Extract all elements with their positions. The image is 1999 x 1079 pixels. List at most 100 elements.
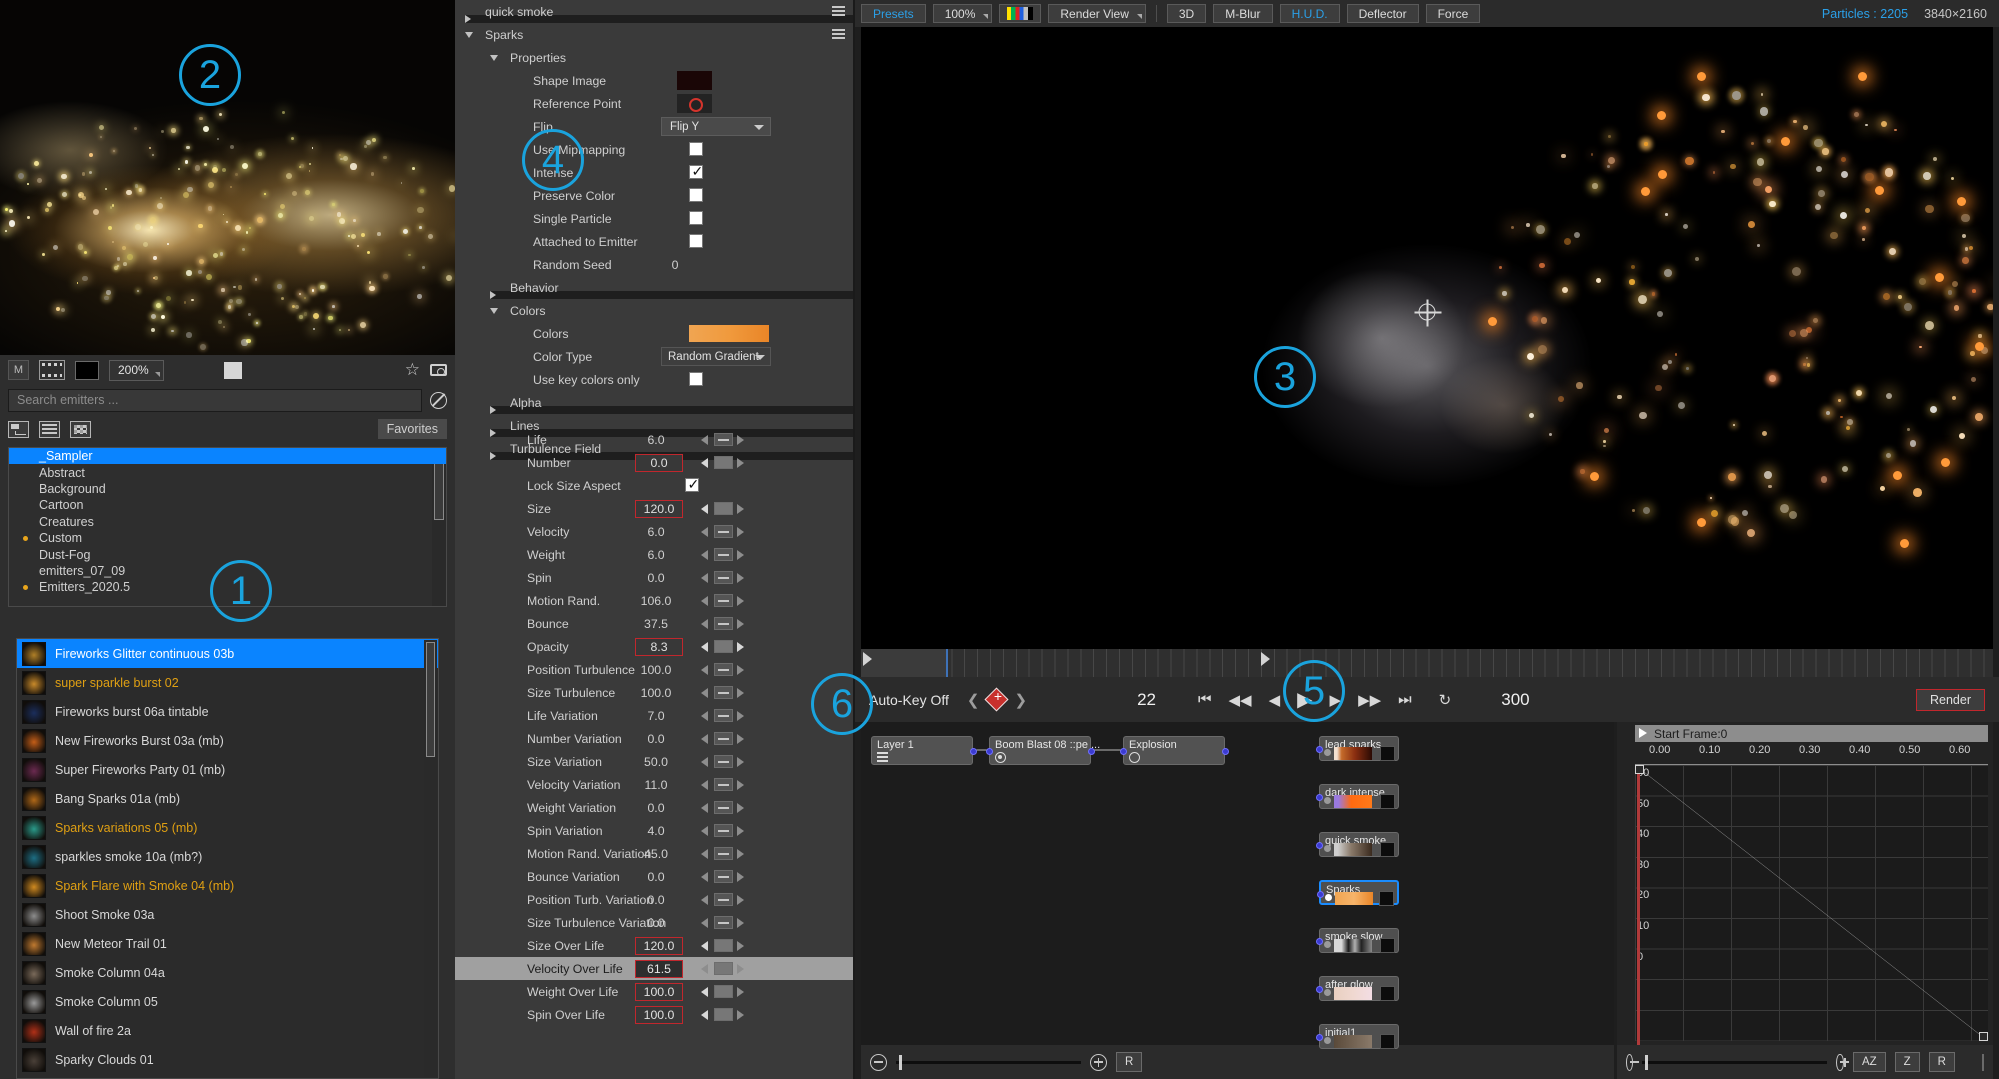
list-item[interactable]: Shoot Smoke 03a bbox=[17, 900, 438, 929]
fast-forward-icon[interactable]: ▶▶ bbox=[1358, 691, 1381, 709]
current-frame[interactable]: 22 bbox=[1137, 690, 1156, 710]
decrement-arrow-icon[interactable] bbox=[701, 918, 708, 928]
property-group-row[interactable]: quick smoke bbox=[455, 0, 853, 23]
color-type-select[interactable]: Random Gradient bbox=[661, 347, 771, 366]
zoom-in-icon[interactable] bbox=[1090, 1053, 1107, 1071]
increment-arrow-icon[interactable] bbox=[737, 849, 744, 859]
clear-filter-icon[interactable] bbox=[430, 391, 447, 409]
reference-point-widget[interactable] bbox=[677, 94, 712, 113]
btn-hud[interactable]: H.U.D. bbox=[1279, 4, 1340, 23]
property-value[interactable]: 11.0 bbox=[625, 778, 687, 792]
property-group-row[interactable]: Intense bbox=[455, 161, 853, 184]
decrement-arrow-icon[interactable] bbox=[701, 688, 708, 698]
property-group-row[interactable]: Sparks bbox=[455, 23, 853, 46]
property-group-row[interactable]: Preserve Color bbox=[455, 184, 853, 207]
property-group-row[interactable]: Use Mipmapping bbox=[455, 138, 853, 161]
ruler-playhead[interactable] bbox=[946, 649, 948, 677]
property-row[interactable]: Motion Rand. 106.0 bbox=[455, 589, 853, 612]
decrement-arrow-icon[interactable] bbox=[701, 504, 708, 514]
emitter-color-ramp[interactable] bbox=[1334, 747, 1372, 760]
graph-toggle-button[interactable] bbox=[714, 985, 733, 998]
property-value[interactable]: 45.0 bbox=[625, 847, 687, 861]
graph-toggle-button[interactable] bbox=[714, 709, 733, 722]
emitter-scroll-thumb[interactable] bbox=[426, 642, 435, 757]
property-group-row[interactable]: Properties bbox=[455, 46, 853, 69]
emitter-dot-icon[interactable] bbox=[995, 752, 1006, 763]
increment-arrow-icon[interactable] bbox=[737, 987, 744, 997]
increment-arrow-icon[interactable] bbox=[737, 619, 744, 629]
timeline-ruler[interactable] bbox=[861, 649, 1993, 677]
property-row[interactable]: Spin Over Life 100.0 bbox=[455, 1003, 853, 1026]
node-reset-button[interactable]: R bbox=[1116, 1052, 1143, 1072]
btn-deflector[interactable]: Deflector bbox=[1346, 4, 1419, 23]
category-item-cartoon[interactable]: Cartoon bbox=[9, 497, 446, 513]
render-viewport[interactable] bbox=[861, 27, 1993, 649]
property-value-field[interactable]: 61.5 bbox=[635, 959, 683, 978]
presets-button[interactable]: Presets bbox=[861, 4, 926, 23]
graph-toggle-button[interactable] bbox=[714, 594, 733, 607]
graph-toggle-button[interactable] bbox=[714, 456, 733, 469]
layers-icon[interactable] bbox=[877, 752, 888, 763]
emitter-list[interactable]: Fireworks Glitter continuous 03b super sp… bbox=[16, 638, 439, 1079]
property-value[interactable]: 100.0 bbox=[625, 686, 687, 700]
list-view-icon[interactable] bbox=[39, 420, 60, 438]
emitter-color-ramp[interactable] bbox=[1334, 795, 1372, 808]
curve-zoom-slider[interactable] bbox=[1642, 1054, 1828, 1070]
increment-arrow-icon[interactable] bbox=[737, 458, 744, 468]
node-boom-blast-08-pe-[interactable]: Boom Blast 08 ::pe ... bbox=[986, 736, 1100, 765]
decrement-arrow-icon[interactable] bbox=[701, 803, 708, 813]
property-row[interactable]: Bounce Variation 0.0 bbox=[455, 865, 853, 888]
property-row[interactable]: Number Variation 0.0 bbox=[455, 727, 853, 750]
graph-toggle-button[interactable] bbox=[714, 778, 733, 791]
emitter-color-ramp[interactable] bbox=[1334, 843, 1372, 856]
category-item-dust-fog[interactable]: Dust-Fog bbox=[9, 546, 446, 562]
property-value[interactable]: 100.0 bbox=[625, 663, 687, 677]
list-item[interactable]: New Fireworks Burst 03a (mb) bbox=[17, 726, 438, 755]
emitter-color-ramp[interactable] bbox=[1334, 1035, 1372, 1048]
skip-end-icon[interactable]: ⏭ bbox=[1398, 691, 1412, 708]
zoom-button[interactable]: Z bbox=[1894, 1052, 1920, 1072]
property-row[interactable]: Velocity Over Life 61.5 bbox=[455, 957, 853, 980]
curve-keyframe-end[interactable] bbox=[1979, 1032, 1988, 1041]
decrement-arrow-icon[interactable] bbox=[701, 941, 708, 951]
increment-arrow-icon[interactable] bbox=[737, 872, 744, 882]
list-item[interactable]: Spark Flare with Smoke 04 (mb) bbox=[17, 871, 438, 900]
decrement-arrow-icon[interactable] bbox=[701, 872, 708, 882]
property-row[interactable]: Velocity 6.0 bbox=[455, 520, 853, 543]
emitter-node-after-glow[interactable]: after glow bbox=[1316, 976, 1399, 1001]
property-group-row[interactable]: Random Seed 0 bbox=[455, 253, 853, 276]
list-item[interactable]: Fireworks burst 06a tintable bbox=[17, 697, 438, 726]
property-value-field[interactable]: 100.0 bbox=[635, 982, 683, 1001]
category-item-custom[interactable]: Custom bbox=[9, 530, 446, 546]
list-item[interactable]: Super Fireworks Party 01 (mb) bbox=[17, 755, 438, 784]
emitter-input-port[interactable] bbox=[1316, 986, 1323, 993]
decrement-arrow-icon[interactable] bbox=[701, 527, 708, 537]
graph-toggle-button[interactable] bbox=[714, 916, 733, 929]
emitter-crosshair-icon[interactable] bbox=[1414, 299, 1442, 327]
graph-toggle-button[interactable] bbox=[714, 962, 733, 975]
property-row[interactable]: Opacity 8.3 bbox=[455, 635, 853, 658]
property-value[interactable]: 0.0 bbox=[625, 893, 687, 907]
property-value[interactable]: 6.0 bbox=[625, 525, 687, 539]
emitter-color-ramp[interactable] bbox=[1335, 892, 1373, 905]
property-row[interactable]: Size Over Life 120.0 bbox=[455, 934, 853, 957]
increment-arrow-icon[interactable] bbox=[737, 711, 744, 721]
property-checkbox[interactable] bbox=[689, 142, 703, 156]
emitter-node-quick-smoke[interactable]: quick smoke bbox=[1316, 832, 1399, 857]
decrement-arrow-icon[interactable] bbox=[701, 642, 708, 652]
property-value[interactable]: 50.0 bbox=[625, 755, 687, 769]
list-item[interactable]: Sparks variations 05 (mb) bbox=[17, 813, 438, 842]
property-value[interactable]: 0 bbox=[655, 258, 695, 272]
curve-keyframe-start[interactable] bbox=[1635, 765, 1644, 774]
property-value[interactable]: 0.0 bbox=[625, 732, 687, 746]
menu-icon[interactable] bbox=[832, 6, 845, 17]
increment-arrow-icon[interactable] bbox=[737, 941, 744, 951]
rewind-icon[interactable]: ◀◀ bbox=[1229, 691, 1252, 709]
list-item[interactable]: Sparky Clouds 01 bbox=[17, 1045, 438, 1074]
property-value-field[interactable]: 8.3 bbox=[635, 637, 683, 656]
category-item--sampler[interactable]: _Sampler bbox=[9, 448, 446, 465]
decrement-arrow-icon[interactable] bbox=[701, 780, 708, 790]
property-group-row[interactable]: Shape Image bbox=[455, 69, 853, 92]
property-group-row[interactable]: Attached to Emitter bbox=[455, 230, 853, 253]
increment-arrow-icon[interactable] bbox=[737, 550, 744, 560]
